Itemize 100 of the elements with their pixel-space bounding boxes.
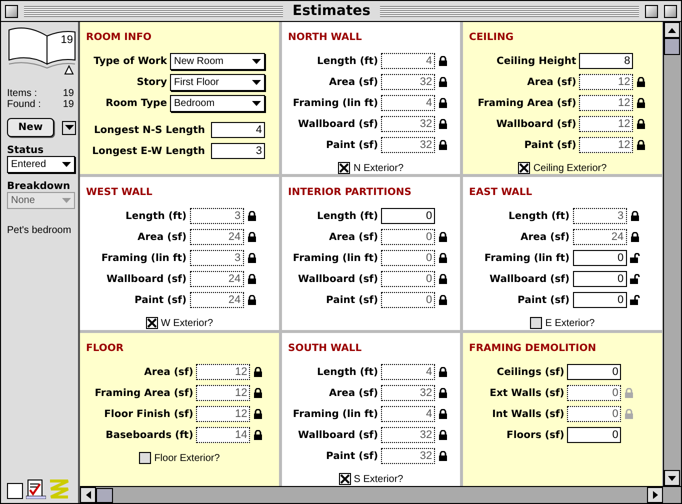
field-label: Length (ft) <box>316 366 378 378</box>
dropdown-field[interactable]: First Floor <box>170 74 265 91</box>
number-field[interactable]: 12 <box>579 116 634 132</box>
padlock-icon <box>253 388 264 398</box>
dropdown-arrow-icon <box>62 162 71 167</box>
field-label: Floor Finish (sf) <box>103 408 194 420</box>
record-count: 19 <box>60 34 73 46</box>
field-label: Ceilings (sf) <box>496 366 564 378</box>
number-field[interactable]: 4 <box>211 122 265 138</box>
number-field[interactable]: 0 <box>572 271 627 287</box>
checkbox[interactable] <box>338 473 351 485</box>
number-field[interactable]: 4 <box>381 95 436 111</box>
section-title: FRAMING DEMOLITION <box>469 343 596 354</box>
number-field[interactable]: 3 <box>572 208 627 224</box>
number-field[interactable]: 0 <box>381 229 436 245</box>
number-field[interactable]: 32 <box>381 385 436 401</box>
number-field[interactable]: 24 <box>190 271 244 287</box>
new-button[interactable]: New <box>7 118 54 137</box>
number-field[interactable]: 32 <box>381 427 436 443</box>
number-field[interactable]: 32 <box>381 448 436 464</box>
unlocked-padlock-icon <box>630 253 640 263</box>
close-box[interactable] <box>5 4 18 18</box>
scroll-thumb[interactable] <box>96 488 113 502</box>
number-field[interactable]: 14 <box>196 427 250 443</box>
checkbox-label: E Exterior? <box>545 318 595 328</box>
number-field[interactable]: 32 <box>381 137 436 153</box>
number-field[interactable]: 3 <box>190 208 244 224</box>
number-field[interactable]: 0 <box>381 208 436 224</box>
number-field[interactable]: 12 <box>579 137 634 153</box>
checkbox[interactable] <box>146 317 158 329</box>
left-arrow-icon[interactable] <box>86 491 90 499</box>
number-field[interactable]: 24 <box>190 229 244 245</box>
checkbox-label: W Exterior? <box>160 318 214 328</box>
field-label: Area (sf) <box>519 232 570 242</box>
collapse-box[interactable] <box>664 4 678 18</box>
status-dropdown[interactable]: Entered <box>7 156 75 173</box>
unlocked-padlock-icon <box>630 274 640 284</box>
scroll-thumb[interactable] <box>664 38 680 55</box>
field-label: Ceiling Height <box>495 56 576 66</box>
dropdown-arrow-icon <box>64 125 74 130</box>
field-label: Wallboard (sf) <box>297 430 378 440</box>
vertical-scrollbar[interactable] <box>663 22 681 486</box>
number-field[interactable]: 3 <box>211 143 265 159</box>
number-field[interactable]: 0 <box>381 271 436 287</box>
number-field[interactable]: 0 <box>381 250 436 266</box>
number-field[interactable]: 24 <box>572 229 627 245</box>
number-field[interactable]: 24 <box>190 292 244 308</box>
number-field[interactable]: 12 <box>579 74 634 90</box>
number-field[interactable]: 0 <box>567 385 622 401</box>
zoom-box[interactable] <box>645 4 658 18</box>
padlock-icon <box>624 409 634 419</box>
up-arrow-icon[interactable] <box>668 28 676 32</box>
padlock-icon <box>438 367 448 377</box>
field-label: Area (sf) <box>526 76 576 88</box>
menu-button[interactable] <box>62 120 76 134</box>
right-arrow-icon[interactable] <box>652 491 658 499</box>
checkbox-label: Ceiling Exterior? <box>533 162 607 174</box>
number-field[interactable]: 4 <box>381 364 436 380</box>
field-label: Longest E-W Length <box>92 146 205 156</box>
down-arrow-icon[interactable] <box>668 476 676 480</box>
section-title: ROOM INFO <box>86 32 152 43</box>
field-label: Paint (sf) <box>523 140 576 150</box>
stat-value: 19 <box>62 99 74 110</box>
number-field[interactable]: 12 <box>196 385 250 401</box>
number-field[interactable]: 12 <box>196 406 250 422</box>
dropdown-field[interactable]: New Room <box>170 53 265 70</box>
breakdown-label: Breakdown <box>7 181 72 192</box>
number-field[interactable]: 0 <box>572 250 627 266</box>
checkbox[interactable] <box>518 162 530 174</box>
checkbox[interactable] <box>338 162 350 174</box>
number-field[interactable]: 32 <box>381 74 436 90</box>
number-field[interactable]: 0 <box>567 427 622 443</box>
checklist-icon[interactable] <box>26 479 46 499</box>
field-label: Length (ft) <box>508 210 570 222</box>
number-field[interactable]: 0 <box>567 364 622 380</box>
number-field[interactable]: 32 <box>381 116 436 132</box>
padlock-icon <box>438 140 448 150</box>
padlock-icon <box>246 211 257 221</box>
number-field[interactable]: 0 <box>567 406 622 422</box>
checkbox[interactable] <box>530 317 542 329</box>
number-field[interactable]: 4 <box>381 53 436 69</box>
padlock-icon <box>630 232 640 242</box>
section-title: EAST WALL <box>469 187 532 198</box>
dropdown-field[interactable]: Bedroom <box>170 95 265 112</box>
number-field[interactable]: 8 <box>579 53 634 69</box>
field-label: Area (sf) <box>143 366 194 378</box>
padlock-icon <box>438 253 448 263</box>
padlock-icon <box>246 232 257 242</box>
number-field[interactable]: 12 <box>579 95 634 111</box>
number-field[interactable]: 0 <box>572 292 627 308</box>
field-label: Type of Work <box>94 56 167 67</box>
horizontal-scrollbar[interactable] <box>80 486 681 503</box>
stat-label: Found : <box>7 99 41 110</box>
number-field[interactable]: 3 <box>190 250 244 266</box>
field-label: Framing (lin ft) <box>484 252 570 264</box>
blank-page-icon[interactable] <box>7 483 23 499</box>
number-field[interactable]: 0 <box>381 292 436 308</box>
number-field[interactable]: 12 <box>196 364 250 380</box>
number-field[interactable]: 4 <box>381 406 436 422</box>
checkbox[interactable] <box>139 452 152 464</box>
